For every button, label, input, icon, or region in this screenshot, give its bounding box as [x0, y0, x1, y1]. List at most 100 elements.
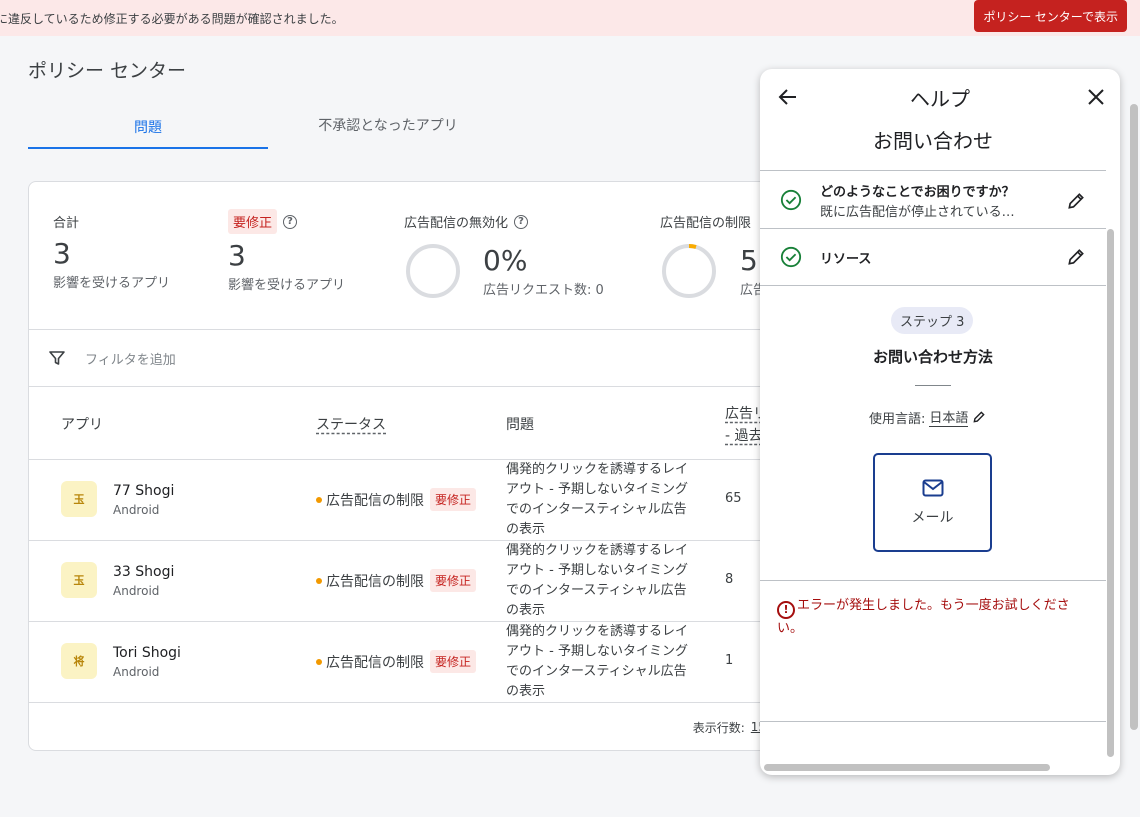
app-name[interactable]: 77 Shogi [113, 483, 174, 499]
help-content[interactable]: お問い合わせ どのようなことでお困りですか？ 既に広告配信が停止されている… リ… [760, 125, 1106, 761]
step-problem-answer: 既に広告配信が停止されている… [820, 205, 1015, 220]
stat-limited: 広告配信の制限 [660, 212, 751, 231]
check-circle-icon [780, 246, 802, 268]
email-contact-button[interactable]: メール [873, 453, 992, 552]
stat-total: 合計 3 影響を受けるアプリ [53, 212, 170, 291]
stat-disabled: 広告配信の無効化? [404, 212, 529, 231]
limited-ring-chart [662, 244, 716, 298]
back-arrow-icon[interactable] [776, 85, 800, 109]
request-count: 8 [725, 572, 734, 587]
stat-limited-label: 広告配信の制限 [660, 216, 752, 231]
status-cell: 広告配信の制限 要修正 [316, 569, 477, 592]
status-text: 広告配信の制限 [326, 492, 424, 509]
edit-pencil-icon[interactable] [1066, 247, 1086, 267]
status-cell: 広告配信の制限 要修正 [316, 650, 477, 673]
help-vertical-scrollbar[interactable] [1107, 229, 1114, 757]
header-status[interactable]: ステータス [316, 414, 386, 434]
status-dot [316, 496, 322, 503]
status-text: 広告配信の制限 [326, 573, 424, 590]
issue-text: 偶発的クリックを誘導するレイアウト - 予期しないタイミングでのインタースティシ… [506, 543, 689, 618]
stat-disabled-values: 0% 広告リクエスト数: 0 [483, 244, 604, 298]
page-vertical-scrollbar[interactable] [1130, 104, 1138, 730]
status-text: 広告配信の制限 [326, 654, 424, 671]
step-chip: ステップ 3 [891, 307, 974, 334]
app-platform: Android [113, 503, 160, 517]
app-icon: 玉 [61, 481, 97, 517]
table-row[interactable]: 玉 77 Shogi Android 広告配信の制限 要修正 偶発的クリックを誘導… [29, 460, 787, 541]
stat-disabled-value: 0% [483, 244, 528, 277]
contact-title: お問い合わせ [760, 125, 1106, 171]
table-row[interactable]: 玉 33 Shogi Android 広告配信の制限 要修正 偶発的クリックを誘導… [29, 541, 787, 622]
stat-total-value: 3 [53, 237, 71, 270]
tab-bar: 問題 不承認となったアプリ [28, 105, 508, 149]
issue-text: 偶発的クリックを誘導するレイアウト - 予期しないタイミングでのインタースティシ… [506, 624, 689, 699]
table-footer: 表示行数: 15 ▼ [29, 703, 787, 750]
filter-icon[interactable] [49, 350, 65, 366]
tab-issues[interactable]: 問題 [28, 105, 268, 149]
view-in-policy-center-button[interactable]: ポリシー センターで表示 [974, 0, 1127, 32]
status-badge: 要修正 [430, 488, 477, 511]
header-app: アプリ [61, 417, 103, 433]
status-dot [316, 577, 322, 584]
app-name[interactable]: Tori Shogi [113, 645, 181, 661]
app-icon: 玉 [61, 562, 97, 598]
app-platform: Android [113, 665, 160, 679]
edit-pencil-icon[interactable] [972, 410, 986, 424]
language-value[interactable]: 日本語 [929, 407, 969, 427]
mail-icon [922, 479, 943, 496]
status-cell: 広告配信の制限 要修正 [316, 488, 477, 511]
banner-text: に違反しているため修正する必要がある問題が確認されました。 [0, 11, 344, 26]
help-header: ヘルプ [760, 69, 1120, 125]
stat-total-sub: 影響を受けるアプリ [53, 276, 171, 291]
step-resources-title: リソース [820, 252, 872, 267]
stat-disabled-sub: 広告リクエスト数: 0 [483, 283, 604, 298]
help-title: ヘルプ [910, 86, 970, 111]
stat-needs-fix: 要修正? 3 影響を受けるアプリ [228, 209, 345, 293]
app-platform: Android [113, 584, 160, 598]
app-name[interactable]: 33 Shogi [113, 564, 174, 580]
divider [760, 721, 1106, 722]
error-message: ! エラーが発生しました。もう一度お試しください。 [777, 596, 1089, 639]
help-panel: ヘルプ お問い合わせ どのようなことでお困りですか？ 既に広告配信が停止されてい… [760, 69, 1120, 775]
status-dot [316, 658, 322, 665]
error-text: エラーが発生しました。もう一度お試しください。 [777, 598, 1070, 636]
policy-banner: に違反しているため修正する必要がある問題が確認されました。 ポリシー センターで… [0, 0, 1140, 36]
app-icon: 将 [61, 643, 97, 679]
table-row[interactable]: 将 Tori Shogi Android 広告配信の制限 要修正 偶発的クリックを… [29, 622, 787, 703]
rows-per-page-label: 表示行数: [692, 720, 745, 735]
email-label: メール [911, 509, 954, 526]
check-circle-icon [780, 189, 802, 211]
issues-card: 合計 3 影響を受けるアプリ 要修正? 3 影響を受けるアプリ 広告配信の無効化… [28, 181, 788, 751]
contact-method-title: お問い合わせ方法 [872, 348, 993, 366]
help-icon[interactable]: ? [283, 214, 298, 229]
stats-summary: 合計 3 影響を受けるアプリ 要修正? 3 影響を受けるアプリ 広告配信の無効化… [29, 182, 787, 330]
error-icon: ! [777, 601, 795, 619]
stat-disabled-label: 広告配信の無効化 [404, 216, 509, 231]
page-title: ポリシー センター [28, 60, 187, 82]
request-count: 1 [725, 653, 734, 668]
status-badge: 要修正 [430, 569, 477, 592]
help-icon[interactable]: ? [514, 214, 529, 229]
language-label: 使用言語: [869, 411, 926, 427]
status-badge: 要修正 [430, 650, 477, 673]
tab-rejected-apps[interactable]: 不承認となったアプリ [268, 105, 508, 149]
divider [915, 385, 951, 386]
stat-needs-fix-value: 3 [228, 239, 246, 272]
step-problem-title: どのようなことでお困りですか？ [820, 185, 1015, 200]
table-header: アプリ ステータス 問題 広告リ - 過去 [29, 387, 787, 460]
stat-total-label: 合計 [53, 216, 80, 231]
step-problem: どのようなことでお困りですか？ 既に広告配信が停止されている… [760, 171, 1106, 229]
filter-input[interactable]: フィルタを追加 [85, 349, 176, 368]
edit-pencil-icon[interactable] [1066, 191, 1086, 211]
help-horizontal-scrollbar[interactable] [764, 764, 1050, 771]
needs-fix-badge: 要修正 [228, 209, 278, 234]
header-issue: 問題 [506, 417, 534, 433]
stat-needs-fix-sub: 影響を受けるアプリ [228, 278, 346, 293]
header-requests-period[interactable]: - 過去 [725, 425, 763, 445]
language-row: 使用言語: 日本語 [869, 407, 986, 427]
step-contact-method: ステップ 3 お問い合わせ方法 使用言語: 日本語 メール [760, 286, 1106, 581]
filter-bar[interactable]: フィルタを追加 [29, 330, 787, 387]
close-icon[interactable] [1084, 85, 1108, 109]
disabled-ring-chart [406, 244, 460, 298]
request-count: 65 [725, 491, 742, 506]
